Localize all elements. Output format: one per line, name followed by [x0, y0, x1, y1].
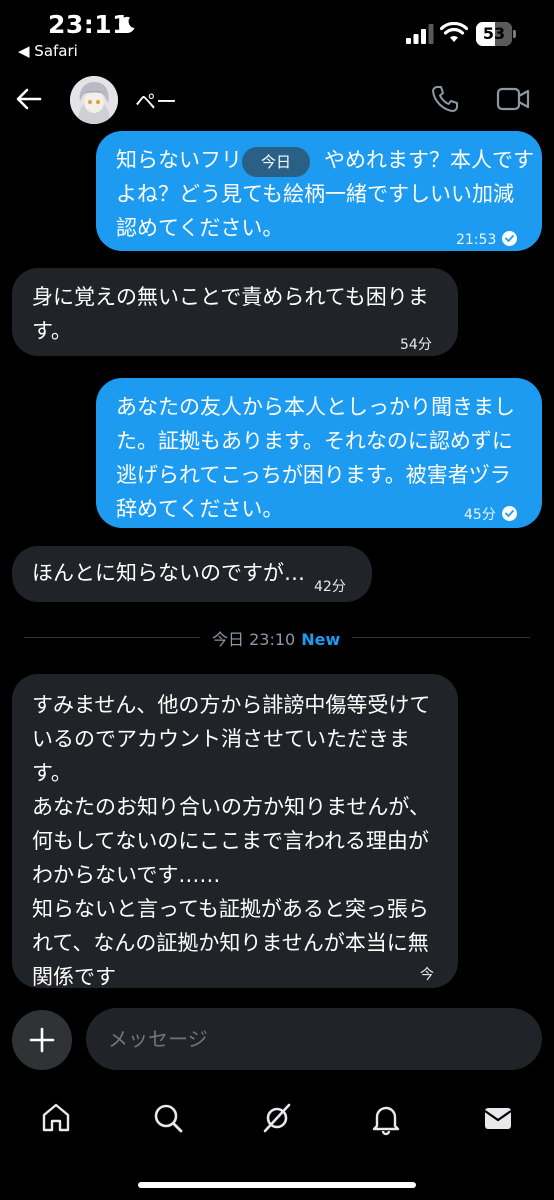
divider-label: 今日 23:10 New — [200, 626, 353, 650]
message-composer[interactable] — [86, 1008, 542, 1070]
message-text-line: 知らないと言っても証拠があると突っ張ら — [32, 897, 429, 921]
message-bubble-outgoing[interactable]: あなたの友人から本人としっかり聞きまし た。証拠もあります。それなのに認めずに … — [96, 378, 542, 528]
message-text-line: あなたの友人から本人としっかり聞きまし — [116, 395, 515, 419]
message-bubble-incoming[interactable]: 身に覚えの無いことで責められても困りま す。 54分 — [12, 268, 458, 356]
home-icon[interactable] — [38, 1100, 74, 1136]
video-camera-icon[interactable] — [496, 86, 530, 112]
notifications-bell-icon[interactable] — [368, 1100, 404, 1136]
grok-icon[interactable] — [259, 1100, 295, 1136]
battery-indicator: 53 — [476, 22, 516, 46]
status-bar: 23:11 ◀ Safari 53 — [0, 0, 554, 68]
message-timestamp: 今 — [420, 967, 434, 983]
read-check-icon — [502, 231, 518, 246]
message-text-line: やめれます？本人です — [324, 148, 534, 172]
message-meta: 45分 — [464, 498, 517, 532]
message-text-line: 知らないフリ — [116, 148, 242, 172]
message-timestamp: 45分 — [464, 507, 496, 523]
message-bubble-incoming[interactable]: ほんとに知らないのですが… 42分 — [12, 546, 372, 602]
phone-icon[interactable] — [430, 84, 460, 114]
message-text-line: あなたのお知り合いの方か知りませんが、 — [32, 795, 430, 819]
back-to-safari[interactable]: ◀ Safari — [18, 42, 78, 60]
message-text-line: す。 — [32, 319, 72, 343]
moon-icon — [119, 16, 135, 33]
contact-name[interactable]: ペー — [135, 86, 177, 116]
message-text-line: 何もしてないのにここまで言われる理由が — [32, 829, 429, 853]
battery-percent: 53 — [482, 24, 506, 43]
message-timestamp: 42分 — [314, 579, 346, 595]
avatar[interactable] — [70, 76, 118, 124]
message-timestamp: 54分 — [400, 337, 432, 353]
message-text-line: よね？どう見ても絵柄一緒ですしいい加減 — [116, 182, 514, 206]
message-text-line: 逃げられてこっちが困ります。被害者ヅラ — [116, 463, 511, 487]
bottom-navigation — [0, 1090, 554, 1146]
cellular-signal-icon — [406, 24, 434, 44]
wifi-icon — [440, 22, 468, 42]
message-bubble-outgoing[interactable]: 知らないフリ やめれます？本人です よね？どう見ても絵柄一緒ですしいい加減 認めて… — [96, 131, 542, 251]
message-text-line: すみません、他の方から誹謗中傷等受けて — [32, 693, 431, 717]
home-indicator[interactable] — [138, 1182, 416, 1188]
messages-envelope-icon[interactable] — [480, 1100, 516, 1136]
chat-header: ペー — [0, 68, 554, 130]
today-date-pill: 今日 — [242, 147, 310, 177]
divider-timestamp: 今日 23:10 — [212, 630, 296, 649]
message-meta: 21:53 — [456, 223, 518, 257]
search-icon[interactable] — [150, 1100, 186, 1136]
message-text-line: 辞めてください。 — [116, 497, 284, 521]
message-text-line: 関係です — [32, 965, 116, 989]
add-attachment-button[interactable] — [12, 1010, 72, 1070]
read-check-icon — [501, 506, 517, 521]
message-text-line: ほんとに知らないのですが… — [32, 561, 305, 585]
message-text-line: 身に覚えの無いことで責められても困りま — [32, 285, 429, 309]
message-text-line: す。 — [32, 761, 72, 785]
message-text-line: れて、なんの証拠か知りませんが本当に無 — [32, 931, 429, 955]
new-badge: New — [301, 630, 341, 649]
arrow-left-icon[interactable] — [14, 84, 44, 114]
message-text-line: わからないです…… — [32, 863, 221, 887]
plus-icon — [29, 1027, 55, 1053]
message-text-line: た。証拠もあります。それなのに認めずに — [116, 429, 513, 453]
message-timestamp: 21:53 — [456, 232, 497, 248]
message-text-line: いるのでアカウント消させていただきま — [32, 727, 410, 751]
message-input[interactable] — [108, 1008, 518, 1070]
message-bubble-incoming[interactable]: すみません、他の方から誹謗中傷等受けて いるのでアカウント消させていただきま す… — [12, 674, 458, 989]
